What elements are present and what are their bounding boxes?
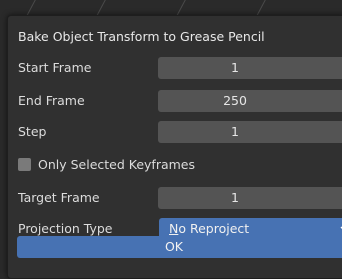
target-frame-row: Target Frame 1 bbox=[8, 187, 342, 209]
dialog-title: Bake Object Transform to Grease Pencil bbox=[18, 29, 265, 44]
end-frame-row: End Frame 250 bbox=[8, 90, 342, 112]
step-row: Step 1 bbox=[8, 121, 342, 143]
target-frame-value: 1 bbox=[231, 190, 239, 205]
target-frame-field[interactable]: 1 bbox=[158, 187, 342, 209]
start-frame-value: 1 bbox=[231, 60, 239, 75]
only-selected-keyframes-row[interactable]: Only Selected Keyframes bbox=[8, 154, 342, 176]
step-label: Step bbox=[18, 124, 47, 139]
step-value: 1 bbox=[231, 124, 239, 139]
projection-type-label: Projection Type bbox=[18, 221, 113, 236]
only-selected-keyframes-label: Only Selected Keyframes bbox=[38, 157, 196, 172]
only-selected-keyframes-checkbox[interactable] bbox=[18, 158, 31, 171]
start-frame-field[interactable]: 1 bbox=[158, 57, 342, 79]
ok-button-label: OK bbox=[164, 239, 184, 254]
ok-button[interactable]: OK bbox=[17, 236, 342, 258]
end-frame-value: 250 bbox=[223, 93, 247, 108]
target-frame-label: Target Frame bbox=[18, 190, 100, 205]
start-frame-row: Start Frame 1 bbox=[8, 57, 342, 79]
start-frame-label: Start Frame bbox=[18, 60, 92, 75]
step-field[interactable]: 1 bbox=[158, 121, 342, 143]
end-frame-label: End Frame bbox=[18, 93, 85, 108]
end-frame-field[interactable]: 250 bbox=[158, 90, 342, 112]
